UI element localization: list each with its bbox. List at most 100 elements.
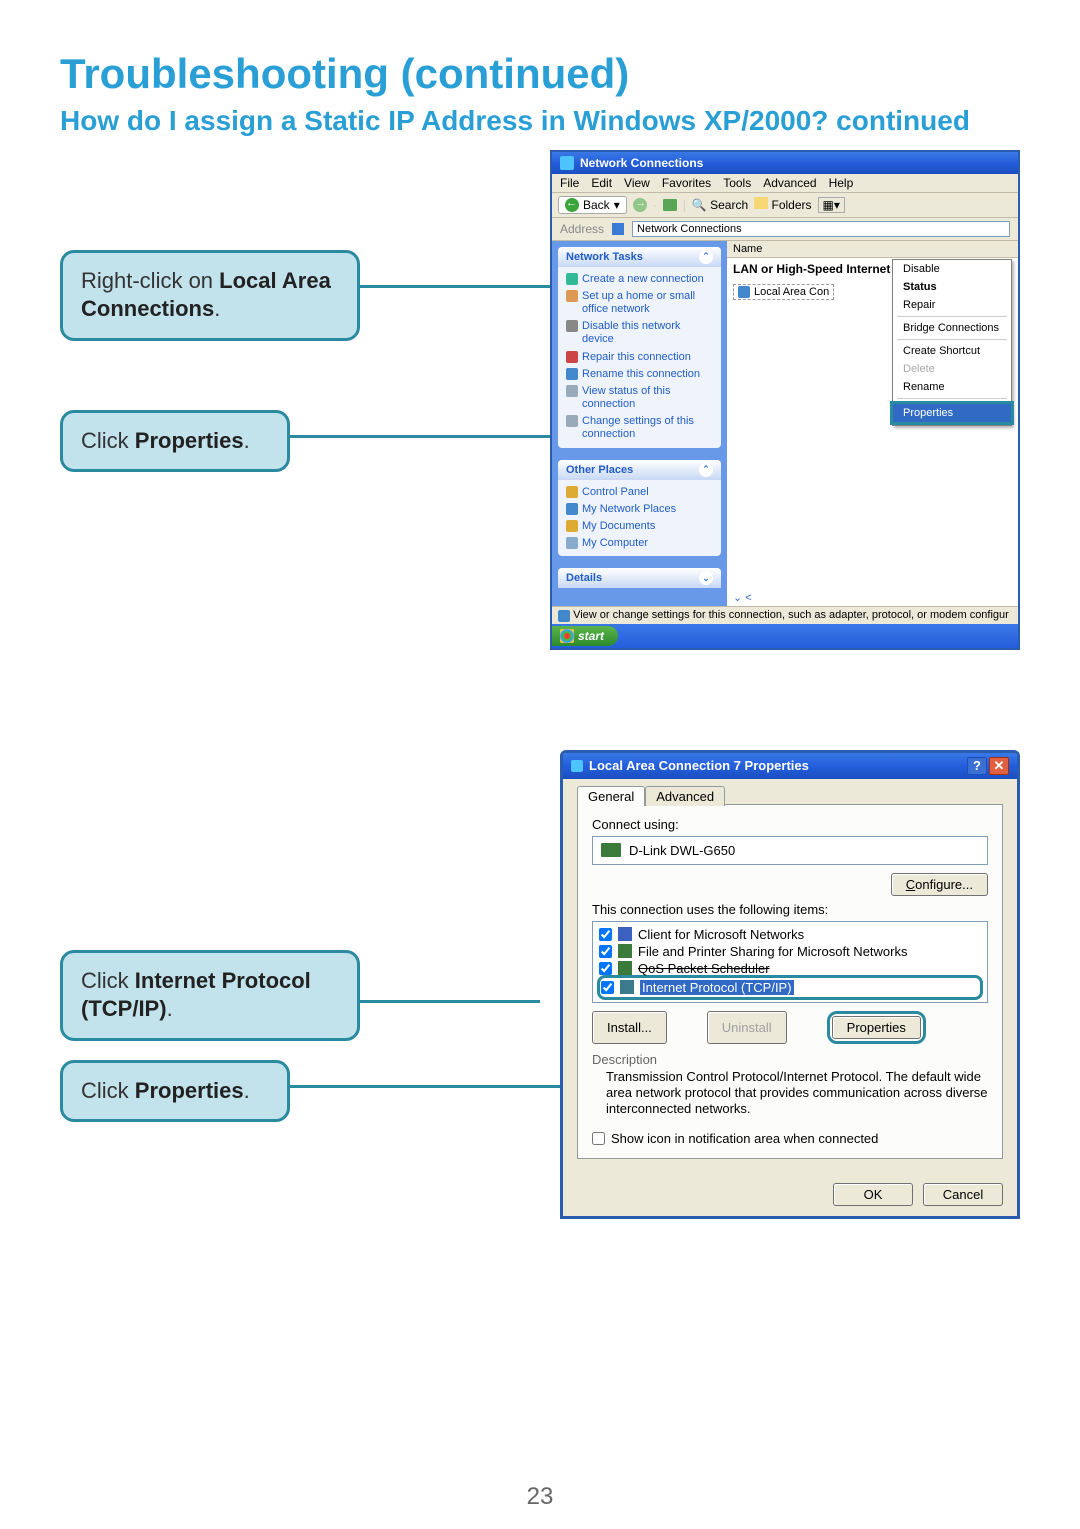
network-tasks-panel: Network Tasks ⌃ Create a new connection …: [558, 247, 721, 448]
service-icon: [618, 944, 632, 958]
tab-general[interactable]: General: [577, 786, 645, 806]
up-icon[interactable]: [663, 199, 677, 211]
search-button[interactable]: 🔍 Search: [692, 198, 748, 212]
expand-icon[interactable]: ⌄: [699, 571, 713, 585]
task-link[interactable]: View status of this connection: [566, 383, 713, 413]
ok-button[interactable]: OK: [833, 1183, 913, 1206]
menu-item[interactable]: Favorites: [662, 176, 711, 190]
menu-status[interactable]: Status: [893, 278, 1011, 296]
menu-item[interactable]: Help: [829, 176, 854, 190]
place-link[interactable]: Control Panel: [566, 484, 713, 501]
description-label: Description: [592, 1052, 988, 1067]
panel-header: Details: [566, 572, 602, 584]
list-item-tcpip[interactable]: Internet Protocol (TCP/IP): [601, 979, 979, 996]
connection-icon: [738, 286, 750, 298]
place-link[interactable]: My Network Places: [566, 501, 713, 518]
item-checkbox[interactable]: [599, 928, 612, 941]
close-button[interactable]: ✕: [989, 757, 1009, 775]
properties-button[interactable]: Properties: [832, 1016, 921, 1039]
tcpip-highlight: Internet Protocol (TCP/IP): [597, 975, 983, 1000]
menu-repair[interactable]: Repair: [893, 296, 1011, 314]
task-link[interactable]: Create a new connection: [566, 271, 713, 288]
page-number: 23: [0, 1483, 1080, 1511]
folders-button[interactable]: Folders: [754, 197, 811, 212]
task-link[interactable]: Rename this connection: [566, 366, 713, 383]
taskbar: start: [552, 624, 1018, 648]
status-icon: [558, 610, 570, 622]
item-checkbox[interactable]: [599, 962, 612, 975]
menu-shortcut[interactable]: Create Shortcut: [893, 342, 1011, 360]
menu-item[interactable]: File: [560, 176, 579, 190]
sidebar: Network Tasks ⌃ Create a new connection …: [552, 241, 727, 607]
details-panel: Details ⌄: [558, 568, 721, 588]
task-link[interactable]: Disable this network device: [566, 318, 713, 348]
status-bar: View or change settings for this connect…: [552, 606, 1018, 623]
description-text: Transmission Control Protocol/Internet P…: [592, 1069, 988, 1118]
adapter-name: D-Link DWL-G650: [629, 843, 735, 858]
menu-disable[interactable]: Disable: [893, 260, 1011, 278]
configure-button[interactable]: CConfigure...onfigure...: [891, 873, 988, 896]
adapter-box: D-Link DWL-G650: [592, 836, 988, 865]
forward-icon[interactable]: [633, 198, 647, 212]
task-link[interactable]: Repair this connection: [566, 349, 713, 366]
collapse-icon[interactable]: ⌃: [699, 250, 713, 264]
menu-bridge[interactable]: Bridge Connections: [893, 319, 1011, 337]
column-header[interactable]: Name: [727, 241, 1018, 258]
address-label: Address: [560, 222, 604, 236]
help-button[interactable]: ?: [967, 757, 987, 775]
menu-rename[interactable]: Rename: [893, 378, 1011, 396]
tab-advanced[interactable]: Advanced: [645, 786, 725, 806]
menu-item[interactable]: View: [624, 176, 650, 190]
network-connections-window: Network Connections File Edit View Favor…: [550, 150, 1020, 650]
content-area: Name LAN or High-Speed Internet Local Ar…: [727, 241, 1018, 607]
task-link[interactable]: Change settings of this connection: [566, 413, 713, 443]
local-area-connection-item[interactable]: Local Area Con: [733, 284, 834, 300]
properties-dialog: Local Area Connection 7 Properties ? ✕ G…: [560, 750, 1020, 1220]
task-link[interactable]: Set up a home or small office network: [566, 288, 713, 318]
titlebar: Local Area Connection 7 Properties ? ✕: [563, 753, 1017, 779]
callout-rightclick: Right-click on Local Area Connections.: [60, 250, 360, 341]
adapter-icon: [601, 843, 621, 857]
uninstall-button: Uninstall: [707, 1011, 787, 1044]
item-checkbox[interactable]: [599, 945, 612, 958]
show-icon-label: Show icon in notification area when conn…: [611, 1131, 878, 1146]
address-icon: [612, 223, 624, 235]
start-button[interactable]: start: [552, 626, 618, 646]
toolbar: Back ▾ · | 🔍 Search Folders ▦▾: [552, 193, 1018, 218]
context-menu: Disable Status Repair Bridge Connections…: [892, 259, 1012, 426]
panel-header: Other Places: [566, 464, 633, 476]
place-link[interactable]: My Computer: [566, 535, 713, 552]
menu-item[interactable]: Edit: [591, 176, 612, 190]
tabs: General Advanced: [577, 785, 1003, 805]
other-places-panel: Other Places ⌃ Control Panel My Network …: [558, 460, 721, 557]
place-link[interactable]: My Documents: [566, 518, 713, 535]
install-button[interactable]: Install...: [592, 1011, 667, 1044]
menu-item[interactable]: Tools: [723, 176, 751, 190]
connect-using-label: Connect using:: [592, 817, 988, 832]
address-input[interactable]: [632, 221, 1010, 237]
back-button[interactable]: Back ▾: [558, 196, 627, 214]
window-icon: [560, 156, 574, 170]
collapse-icon[interactable]: ⌃: [699, 463, 713, 477]
titlebar: Network Connections: [552, 152, 1018, 174]
panel-header: Network Tasks: [566, 251, 643, 263]
scroll-indicator: ⌄ <: [733, 591, 752, 604]
connector-line: [360, 1000, 540, 1003]
cancel-button[interactable]: Cancel: [923, 1183, 1003, 1206]
menubar: File Edit View Favorites Tools Advanced …: [552, 174, 1018, 193]
client-icon: [618, 927, 632, 941]
page-subtitle: How do I assign a Static IP Address in W…: [60, 104, 1030, 138]
item-checkbox[interactable]: [601, 981, 614, 994]
list-item[interactable]: Client for Microsoft Networks: [599, 926, 981, 943]
service-icon: [618, 961, 632, 975]
menu-properties[interactable]: Properties: [890, 401, 1014, 425]
window-icon: [571, 760, 583, 772]
menu-item[interactable]: Advanced: [763, 176, 816, 190]
views-button[interactable]: ▦▾: [818, 197, 845, 213]
callout-properties-1: Click Properties.: [60, 410, 290, 473]
show-icon-checkbox[interactable]: [592, 1132, 605, 1145]
list-item[interactable]: File and Printer Sharing for Microsoft N…: [599, 943, 981, 960]
callout-tcpip: Click Internet Protocol (TCP/IP).: [60, 950, 360, 1041]
tab-pane: Connect using: D-Link DWL-G650 CConfigur…: [577, 804, 1003, 1160]
address-bar: Address: [552, 218, 1018, 241]
